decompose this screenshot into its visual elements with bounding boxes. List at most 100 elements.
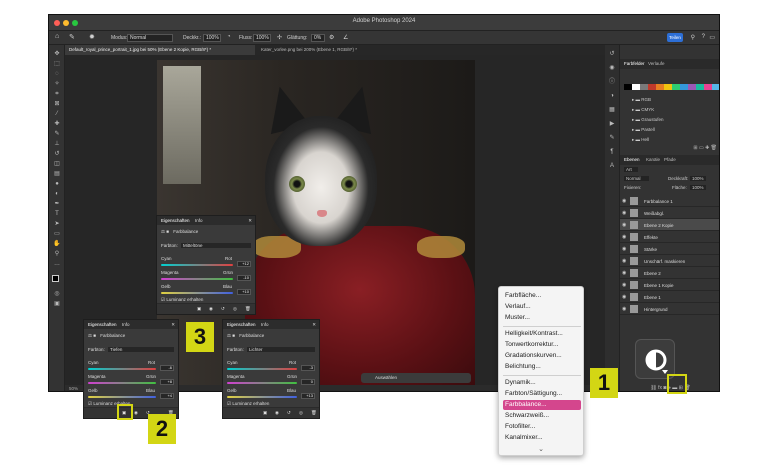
menu-item-farbbalance[interactable]: Farbbalance... bbox=[503, 400, 581, 410]
reset-icon[interactable]: ↺ bbox=[287, 410, 291, 416]
share-button[interactable]: Teilen bbox=[667, 33, 683, 42]
crop-tool-icon[interactable]: ⌗ bbox=[53, 91, 61, 97]
folder-hell[interactable]: ▸ ▬ Hell bbox=[632, 137, 649, 143]
deckkraft-field[interactable]: 100% bbox=[203, 34, 221, 42]
color-swatch[interactable] bbox=[648, 84, 656, 90]
luminanz-checkbox[interactable]: ☑ bbox=[161, 297, 165, 302]
magenta-value[interactable]: -10 bbox=[237, 275, 251, 281]
quick-mask-icon[interactable]: ◎ bbox=[53, 291, 61, 297]
settings-icon[interactable]: ⚙ bbox=[329, 34, 334, 41]
layer-row[interactable]: ◉ Hintergrund bbox=[620, 303, 719, 315]
visibility-icon[interactable]: ◉ bbox=[209, 306, 213, 312]
visibility-icon[interactable]: ◉ bbox=[275, 410, 279, 416]
panel-close-icon[interactable]: ✕ bbox=[248, 218, 252, 224]
cyan-value[interactable]: +12 bbox=[237, 261, 251, 267]
select-subject-button[interactable]: Auswählen bbox=[375, 375, 397, 380]
type-tool-icon[interactable]: T bbox=[53, 211, 61, 217]
zoom-tool-icon[interactable]: ⚲ bbox=[53, 251, 61, 257]
menu-more-icon[interactable]: ⌄ bbox=[499, 445, 583, 453]
tab-info[interactable]: Info bbox=[261, 322, 269, 327]
quick-select-tool-icon[interactable]: ✧ bbox=[53, 81, 61, 87]
color-icon[interactable]: ◉ bbox=[608, 65, 616, 71]
history-icon[interactable]: ↺ bbox=[608, 51, 616, 57]
eyedropper-tool-icon[interactable]: ⁄ bbox=[53, 111, 61, 117]
fill-field[interactable]: 100% bbox=[690, 185, 706, 190]
tone-select[interactable]: Mitteltöne bbox=[181, 243, 251, 248]
blur-tool-icon[interactable]: ● bbox=[53, 181, 61, 187]
frame-tool-icon[interactable]: ⊠ bbox=[53, 101, 61, 107]
clip-icon[interactable]: ▣ bbox=[197, 306, 201, 312]
color-swatch[interactable] bbox=[656, 84, 664, 90]
tab-eigenschaften[interactable]: Eigenschaften bbox=[227, 322, 256, 327]
blend-mode-select[interactable]: Normal bbox=[624, 176, 649, 181]
layer-visibility-icon[interactable]: ◉ bbox=[622, 258, 626, 264]
home-icon[interactable]: ⌂ bbox=[55, 33, 59, 40]
magenta-green-slider[interactable] bbox=[227, 382, 297, 384]
mask-icon[interactable]: ◙ bbox=[663, 385, 666, 391]
help-icon[interactable]: ? bbox=[702, 34, 705, 40]
magenta-green-slider[interactable] bbox=[161, 278, 233, 280]
search-icon[interactable]: ⚲ bbox=[691, 34, 695, 41]
glaettung-field[interactable]: 0% bbox=[311, 34, 325, 42]
layer-visibility-icon[interactable]: ◉ bbox=[622, 246, 626, 252]
yellow-blue-slider[interactable] bbox=[88, 396, 156, 398]
gradient-tool-icon[interactable]: ▤ bbox=[53, 171, 61, 177]
layer-visibility-icon[interactable]: ◉ bbox=[622, 234, 626, 240]
tone-select[interactable]: Tiefen bbox=[108, 347, 174, 352]
color-swatch[interactable] bbox=[696, 84, 704, 90]
layer-filter-select[interactable]: Art bbox=[624, 167, 638, 172]
folder-cmyk[interactable]: ▸ ▬ CMYK bbox=[632, 107, 654, 113]
workspace-icon[interactable]: ▭ bbox=[709, 34, 715, 41]
stamp-tool-icon[interactable]: ⊥ bbox=[53, 141, 61, 147]
color-swatch[interactable] bbox=[704, 84, 712, 90]
magenta-value[interactable]: 0 bbox=[301, 379, 315, 385]
tab-farbfelder[interactable]: Farbfelder bbox=[624, 61, 645, 66]
folder-pastell[interactable]: ▸ ▬ Pastell bbox=[632, 127, 655, 133]
clip-icon[interactable]: ▣ bbox=[263, 410, 267, 416]
magenta-green-slider[interactable] bbox=[88, 382, 156, 384]
delete-icon[interactable]: 🗑 bbox=[311, 410, 317, 416]
cyan-red-slider[interactable] bbox=[161, 264, 233, 266]
tab-eigenschaften[interactable]: Eigenschaften bbox=[161, 218, 190, 223]
opacity-field[interactable]: 100% bbox=[690, 176, 706, 181]
libraries-icon[interactable]: ▦ bbox=[608, 107, 616, 113]
layer-visibility-icon[interactable]: ◉ bbox=[622, 198, 626, 204]
magenta-value[interactable]: +8 bbox=[160, 379, 174, 385]
dodge-tool-icon[interactable]: ◐ bbox=[53, 191, 61, 197]
cyan-red-slider[interactable] bbox=[227, 368, 297, 370]
menu-item-farbflaeche[interactable]: Farbfläche... bbox=[503, 291, 581, 301]
menu-item-muster[interactable]: Muster... bbox=[503, 313, 581, 323]
shape-tool-icon[interactable]: ▭ bbox=[53, 231, 61, 237]
eraser-tool-icon[interactable]: ◫ bbox=[53, 161, 61, 167]
view-icon[interactable]: ◎ bbox=[233, 306, 237, 312]
more-tools-icon[interactable]: … bbox=[53, 261, 61, 267]
fluss-field[interactable]: 100% bbox=[253, 34, 271, 42]
layer-row[interactable]: ◉ Ebene 2 Kopie bbox=[620, 219, 719, 231]
yellow-blue-slider[interactable] bbox=[227, 396, 297, 398]
menu-item-gradation[interactable]: Gradationskurven... bbox=[503, 351, 581, 361]
tab-kater-vorlee[interactable]: Kater_vorlee.png bei 200% (Ebene 1, RGB/… bbox=[257, 45, 407, 55]
yellow-blue-slider[interactable] bbox=[161, 292, 233, 294]
info-icon[interactable]: ⓘ bbox=[608, 79, 616, 85]
tab-info[interactable]: Info bbox=[122, 322, 130, 327]
menu-item-verlauf[interactable]: Verlauf... bbox=[503, 302, 581, 312]
tab-ebenen[interactable]: Ebenen bbox=[624, 157, 640, 162]
layer-visibility-icon[interactable]: ◉ bbox=[622, 222, 626, 228]
color-swatch[interactable] bbox=[672, 84, 680, 90]
actions-icon[interactable]: ▶ bbox=[608, 121, 616, 127]
luminanz-checkbox[interactable]: ☑ bbox=[227, 401, 231, 406]
zoom-readout[interactable]: 50% bbox=[69, 386, 78, 391]
layer-row[interactable]: ◉ Unschärf. maskieren bbox=[620, 255, 719, 267]
cyan-value[interactable]: -3 bbox=[301, 365, 315, 371]
adjustments-icon[interactable]: ◑ bbox=[608, 93, 616, 99]
gelb-value[interactable]: +13 bbox=[301, 393, 315, 399]
color-swatch[interactable] bbox=[632, 84, 640, 90]
layer-row[interactable]: ◉ Farbbalance 1 bbox=[620, 195, 719, 207]
delete-icon[interactable]: 🗑 bbox=[245, 306, 251, 312]
gelb-value[interactable]: +4 bbox=[160, 393, 174, 399]
visibility-icon[interactable]: ◉ bbox=[134, 410, 138, 416]
menu-item-helligkeit[interactable]: Helligkeit/Kontrast... bbox=[503, 329, 581, 339]
panel-close-icon[interactable]: ✕ bbox=[312, 322, 316, 328]
marquee-tool-icon[interactable]: ⬚ bbox=[53, 61, 61, 67]
layer-visibility-icon[interactable]: ◉ bbox=[622, 282, 626, 288]
